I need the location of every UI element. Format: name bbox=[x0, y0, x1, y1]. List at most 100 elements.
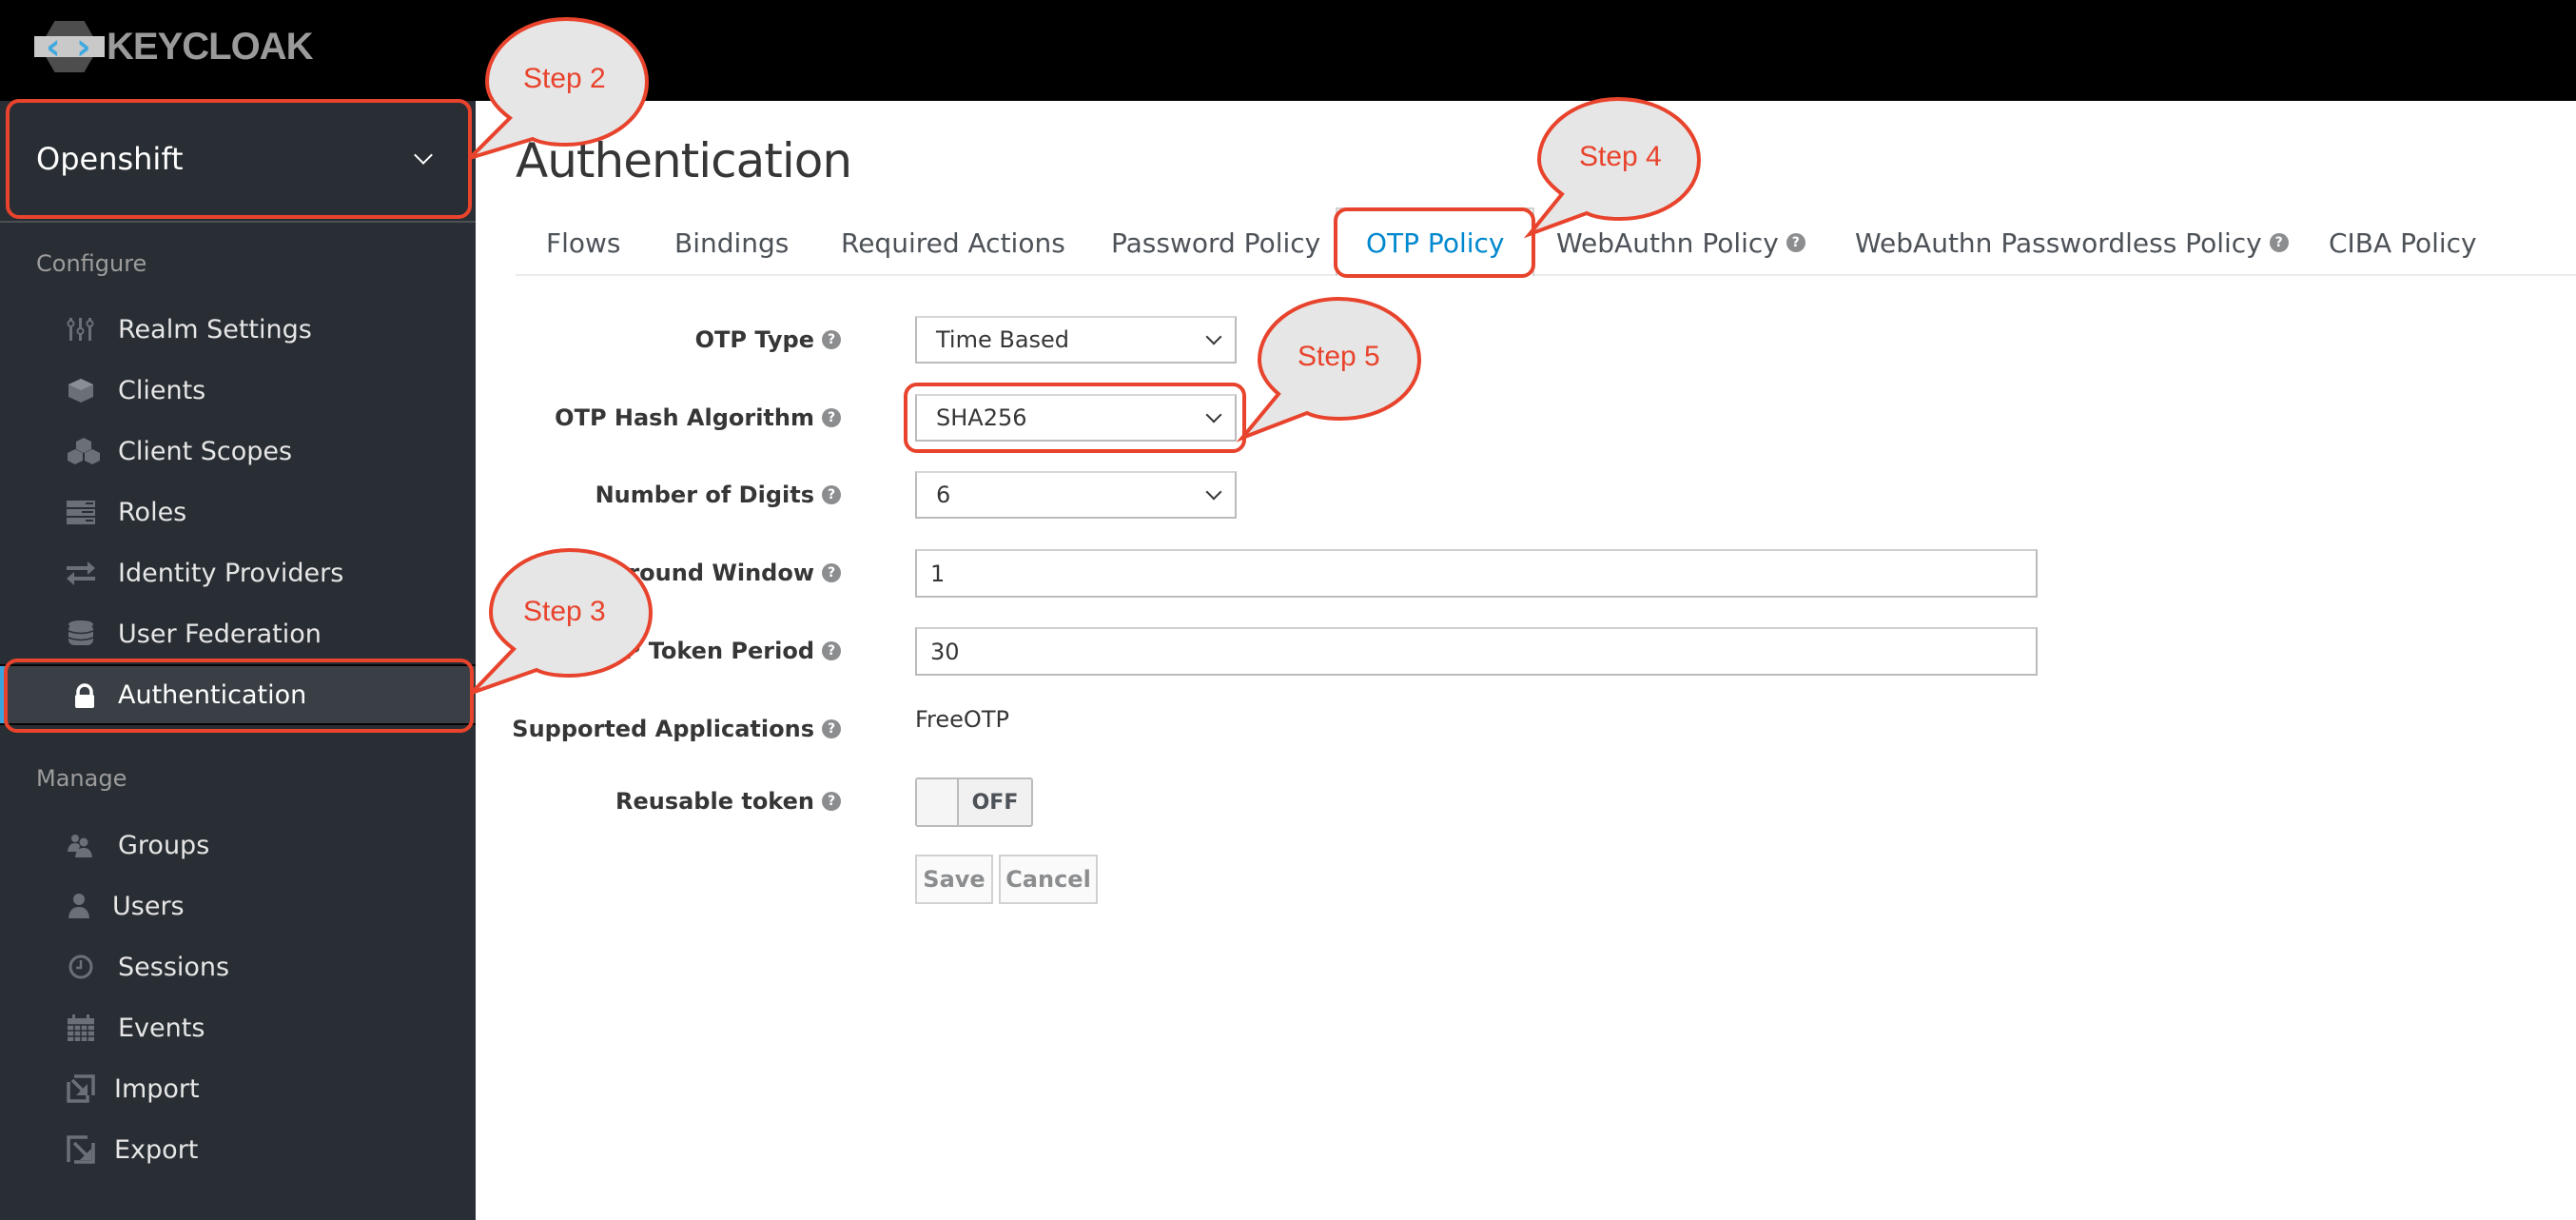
chevron-down-icon bbox=[414, 146, 433, 165]
tab-required-actions[interactable]: Required Actions bbox=[841, 209, 1065, 276]
tab-label: Bindings bbox=[674, 226, 790, 259]
sidebar-item-label: Authentication bbox=[118, 679, 307, 710]
select-value: Time Based bbox=[936, 326, 1070, 353]
import-icon bbox=[67, 1074, 95, 1103]
toggle-state: OFF bbox=[971, 790, 1019, 815]
tab-label: OTP Policy bbox=[1366, 226, 1505, 259]
help-icon[interactable]: ? bbox=[822, 563, 841, 582]
sidebar-item-sessions[interactable]: Sessions bbox=[0, 936, 476, 997]
tab-flows[interactable]: Flows bbox=[546, 209, 621, 276]
tab-password-policy[interactable]: Password Policy bbox=[1111, 209, 1320, 276]
sidebar-item-label: Events bbox=[118, 1013, 205, 1043]
exchange-icon bbox=[67, 561, 95, 585]
keycloak-logo[interactable]: ‹ › KEYCLOAK bbox=[34, 21, 313, 72]
otp-type-select[interactable]: Time Based bbox=[915, 316, 1237, 364]
calendar-icon bbox=[68, 1014, 94, 1041]
sidebar-item-realm-settings[interactable]: Realm Settings bbox=[0, 299, 476, 360]
clock-icon bbox=[68, 954, 93, 979]
chevron-down-icon bbox=[1205, 483, 1222, 501]
chevron-down-icon bbox=[1205, 328, 1222, 345]
cancel-button[interactable]: Cancel bbox=[999, 855, 1098, 904]
form-row-look-around-window: Around Window? bbox=[516, 549, 2576, 598]
tab-webauthn-policy[interactable]: WebAuthn Policy? bbox=[1556, 209, 1805, 276]
cubes-icon bbox=[68, 438, 100, 464]
sidebar-item-label: Import bbox=[114, 1073, 200, 1104]
sidebar-item-label: Clients bbox=[118, 375, 206, 405]
help-icon[interactable]: ? bbox=[1786, 233, 1805, 252]
lock-icon bbox=[75, 683, 94, 708]
look-around-window-label: Around Window? bbox=[611, 549, 841, 597]
sidebar-item-client-scopes[interactable]: Client Scopes bbox=[0, 421, 476, 482]
help-icon[interactable]: ? bbox=[822, 485, 841, 504]
sidebar-item-label: Sessions bbox=[118, 952, 230, 982]
help-icon[interactable]: ? bbox=[822, 408, 841, 427]
form-actions: Save Cancel bbox=[516, 855, 2576, 904]
sidebar-item-export[interactable]: Export bbox=[0, 1119, 476, 1180]
users-icon bbox=[68, 835, 92, 857]
save-button[interactable]: Save bbox=[915, 855, 993, 904]
otp-token-period-input[interactable] bbox=[915, 627, 2038, 676]
number-of-digits-label: Number of Digits? bbox=[595, 471, 841, 519]
step-3-label: Step 3 bbox=[523, 596, 606, 627]
tab-bindings[interactable]: Bindings bbox=[674, 209, 789, 276]
sidebar-item-label: Export bbox=[114, 1134, 199, 1165]
form-row-supported-applications: Supported Applications? FreeOTP bbox=[512, 705, 2576, 753]
select-value: SHA256 bbox=[936, 404, 1027, 431]
cube-icon bbox=[68, 379, 93, 403]
look-around-window-input[interactable] bbox=[915, 549, 2038, 598]
select-value: 6 bbox=[936, 482, 951, 508]
top-header: ‹ › KEYCLOAK bbox=[0, 0, 2576, 101]
number-of-digits-select[interactable]: 6 bbox=[915, 471, 1237, 519]
realm-selector[interactable]: Openshift bbox=[6, 101, 472, 217]
sidebar-item-label: Roles bbox=[118, 497, 187, 527]
keycloak-logo-icon: ‹ › bbox=[34, 21, 105, 72]
sidebar-item-users[interactable]: Users bbox=[0, 876, 476, 936]
export-icon bbox=[67, 1135, 95, 1164]
help-icon[interactable]: ? bbox=[822, 330, 841, 349]
sidebar-item-roles[interactable]: Roles bbox=[0, 482, 476, 542]
database-icon bbox=[68, 620, 94, 645]
sidebar-item-label: Groups bbox=[118, 830, 210, 860]
sidebar-item-events[interactable]: Events bbox=[0, 997, 476, 1058]
toggle-knob bbox=[917, 779, 959, 825]
sidebar-item-label: Identity Providers bbox=[118, 558, 344, 588]
server-icon bbox=[67, 501, 95, 524]
sidebar-item-groups[interactable]: Groups bbox=[0, 815, 476, 876]
tab-label: WebAuthn Passwordless Policy bbox=[1855, 226, 2262, 259]
user-icon bbox=[68, 894, 89, 918]
page-title: Authentication bbox=[516, 133, 852, 188]
sidebar-item-import[interactable]: Import bbox=[0, 1058, 476, 1119]
logo-text: KEYCLOAK bbox=[107, 25, 313, 68]
sidebar-item-identity-providers[interactable]: Identity Providers bbox=[0, 542, 476, 603]
sidebar-item-label: Users bbox=[112, 891, 185, 921]
tab-label: Password Policy bbox=[1111, 226, 1321, 259]
section-label-manage: Manage bbox=[36, 765, 127, 792]
step-4-label: Step 4 bbox=[1579, 141, 1662, 172]
otp-type-label: OTP Type? bbox=[695, 316, 841, 364]
help-icon[interactable]: ? bbox=[822, 792, 841, 811]
otp-hash-algorithm-select[interactable]: SHA256 bbox=[915, 394, 1237, 442]
sidebar-item-label: User Federation bbox=[118, 619, 322, 649]
tab-otp-policy[interactable]: OTP Policy bbox=[1336, 207, 1535, 276]
tab-label: Flows bbox=[546, 226, 621, 259]
sidebar-item-user-federation[interactable]: User Federation bbox=[0, 603, 476, 664]
section-label-configure: Configure bbox=[36, 250, 147, 277]
form-row-otp-hash-algorithm: OTP Hash Algorithm? SHA256 bbox=[516, 394, 2576, 442]
supported-applications-value: FreeOTP bbox=[915, 706, 1009, 733]
form-row-otp-type: OTP Type? Time Based bbox=[516, 316, 2576, 364]
chevron-down-icon bbox=[1205, 406, 1222, 423]
help-icon[interactable]: ? bbox=[822, 641, 841, 660]
tab-bar: Flows Bindings Required Actions Password… bbox=[516, 207, 2576, 276]
tab-webauthn-passwordless-policy[interactable]: WebAuthn Passwordless Policy? bbox=[1855, 209, 2289, 276]
tab-label: CIBA Policy bbox=[2329, 226, 2477, 259]
supported-applications-label: Supported Applications? bbox=[512, 705, 841, 753]
sidebar-item-clients[interactable]: Clients bbox=[0, 360, 476, 421]
help-icon[interactable]: ? bbox=[822, 719, 841, 738]
form-row-number-of-digits: Number of Digits? 6 bbox=[516, 471, 2576, 519]
reusable-token-toggle[interactable]: OFF bbox=[915, 777, 1033, 827]
sidebar-item-authentication[interactable]: Authentication bbox=[0, 664, 476, 725]
tab-label: Required Actions bbox=[841, 226, 1065, 259]
sliders-icon bbox=[67, 318, 94, 341]
help-icon[interactable]: ? bbox=[2269, 233, 2289, 252]
tab-ciba-policy[interactable]: CIBA Policy bbox=[2329, 209, 2477, 276]
